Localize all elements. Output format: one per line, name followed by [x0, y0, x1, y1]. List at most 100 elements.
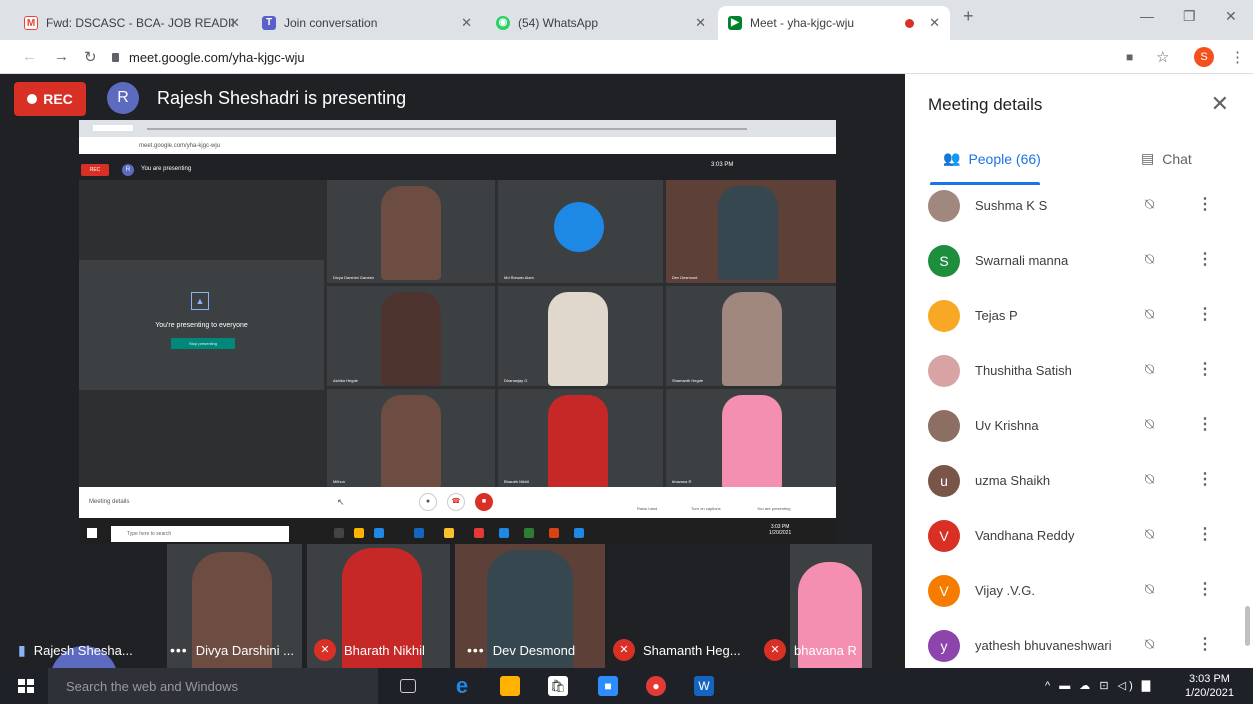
close-icon[interactable]: ✕	[929, 15, 940, 31]
more-options-icon[interactable]: ⋮	[1197, 469, 1213, 489]
new-tab-button[interactable]: +	[963, 6, 974, 27]
shared-tile: Dhananjay G	[498, 286, 663, 386]
list-item[interactable]: Thushitha Satish ⍉ ⋮	[905, 351, 1253, 406]
shared-tile: Mithun	[327, 389, 495, 487]
close-icon[interactable]: ✕	[695, 15, 706, 31]
zoom-icon[interactable]: ■	[598, 676, 618, 696]
clock-date: 1/20/2021	[1185, 687, 1234, 699]
tile-name: Dev Desmond	[672, 275, 698, 280]
participant-label: ••• Dev Desmond	[467, 639, 575, 661]
participant-avatar: V	[928, 575, 960, 607]
participant-avatar: y	[928, 630, 960, 662]
more-options-icon[interactable]: ⋮	[1197, 194, 1213, 214]
participant-video	[381, 292, 441, 386]
shared-tab	[93, 125, 133, 131]
more-icon: •••	[467, 642, 485, 658]
participant-video	[381, 186, 441, 280]
reload-icon[interactable]: ↻	[84, 48, 97, 66]
more-options-icon[interactable]: ⋮	[1197, 359, 1213, 379]
tab-gmail[interactable]: M Fwd: DSCASC - BCA- JOB READII ✕	[14, 6, 250, 40]
participant-name: Shamanth Heg...	[643, 642, 741, 658]
participant-name: Swarnali manna	[975, 253, 1069, 268]
tab-teams[interactable]: T Join conversation ✕	[252, 6, 482, 40]
participant-name: Sushma K S	[975, 198, 1048, 213]
tile-name: Mithun	[333, 479, 346, 484]
tab-meet[interactable]: ▶ Meet - yha-kjgc-wju ✕	[718, 6, 950, 40]
shared-controls: Meeting details ↖ ● ☎ ■ Raise hand Turn …	[79, 487, 836, 518]
scrollbar[interactable]	[1245, 606, 1250, 646]
more-icon: •••	[170, 642, 188, 658]
shared-tile: Ashika Hegde	[327, 286, 495, 386]
tab-people[interactable]: 👥 People (66)	[943, 150, 1041, 167]
more-options-icon[interactable]: ⋮	[1197, 414, 1213, 434]
shared-mic-icon: ●	[419, 493, 437, 511]
tab-label: Join conversation	[284, 16, 378, 30]
participant-label: ✕ Shamanth Heg...	[613, 639, 741, 661]
participant-label: ▮ Rajesh Shesha...	[18, 639, 133, 661]
participant-name: bhavana R	[794, 642, 857, 658]
gmail-icon: M	[24, 16, 38, 30]
taskbar-clock[interactable]: 3:03 PM 1/20/2021	[1185, 672, 1234, 700]
close-window-icon[interactable]: ✕	[1225, 8, 1237, 25]
participant-name: Rajesh Shesha...	[33, 642, 133, 658]
camera-icon[interactable]: ■	[1126, 50, 1133, 64]
participant-avatar: V	[928, 520, 960, 552]
list-item[interactable]: S Swarnali manna ⍉ ⋮	[905, 241, 1253, 296]
shared-tile: bhavana R	[666, 389, 836, 487]
tab-chat[interactable]: ▤ Chat	[1141, 150, 1192, 167]
participant-avatar	[928, 300, 960, 332]
more-options-icon[interactable]: ⋮	[1197, 249, 1213, 269]
more-options-icon[interactable]: ⋮	[1197, 579, 1213, 599]
minimize-icon[interactable]: —	[1140, 8, 1154, 24]
shared-tile: Divya Darshini Ganesh	[327, 180, 495, 283]
more-options-icon[interactable]: ⋮	[1197, 634, 1213, 654]
shared-tabs-strip	[147, 128, 747, 130]
participant-video	[548, 395, 608, 487]
more-options-icon[interactable]: ⋮	[1197, 304, 1213, 324]
list-item[interactable]: Uv Krishna ⍉ ⋮	[905, 406, 1253, 461]
participant-label: ✕ bhavana R	[764, 639, 857, 661]
task-view-icon[interactable]	[400, 679, 416, 693]
list-item[interactable]: u uzma Shaikh ⍉ ⋮	[905, 461, 1253, 516]
profile-avatar[interactable]: S	[1194, 47, 1214, 67]
tab-whatsapp[interactable]: ◉ (54) WhatsApp ✕	[486, 6, 716, 40]
close-panel-icon[interactable]: ✕	[1211, 91, 1229, 117]
meet-main: REC R Rajesh Sheshadri is presenting mee…	[0, 74, 905, 704]
record-icon	[27, 94, 38, 104]
restore-icon[interactable]: ❐	[1183, 8, 1196, 25]
shared-tile: Md Rizwan Alam	[498, 180, 663, 283]
url-text: meet.google.com/yha-kjgc-wju	[129, 49, 305, 65]
windows-start-icon[interactable]	[18, 679, 34, 693]
browser-tab-bar: M Fwd: DSCASC - BCA- JOB READII ✕ T Join…	[0, 0, 1253, 40]
url-field[interactable]: meet.google.com/yha-kjgc-wju	[112, 46, 305, 68]
back-icon[interactable]: ←	[22, 48, 37, 65]
teams-icon: T	[262, 16, 276, 30]
screen: M Fwd: DSCASC - BCA- JOB READII ✕ T Join…	[0, 0, 1253, 704]
chrome-icon[interactable]: ●	[646, 676, 666, 696]
close-icon[interactable]: ✕	[461, 15, 472, 31]
menu-icon[interactable]: ⋮	[1230, 48, 1245, 66]
people-icon: 👥	[943, 150, 961, 166]
taskbar-search[interactable]: Search the web and Windows	[48, 668, 378, 704]
participant-name: Bharath Nikhil	[344, 642, 425, 658]
word-icon[interactable]: W	[694, 676, 714, 696]
list-item[interactable]: Sushma K S ⍉ ⋮	[905, 186, 1253, 241]
list-item[interactable]: V Vandhana Reddy ⍉ ⋮	[905, 516, 1253, 571]
more-options-icon[interactable]: ⋮	[1197, 524, 1213, 544]
store-icon[interactable]: 🛍	[548, 676, 568, 696]
close-icon[interactable]: ✕	[229, 15, 240, 31]
participant-avatar	[928, 410, 960, 442]
shared-tile: Dev Desmond	[666, 180, 836, 283]
tile-name: Bharath Nikhil	[504, 479, 529, 484]
panel-title: Meeting details	[928, 95, 1043, 114]
powerpoint-icon	[549, 528, 559, 538]
edge-icon[interactable]: e	[452, 675, 472, 697]
list-item[interactable]: V Vijay .V.G. ⍉ ⋮	[905, 571, 1253, 626]
forward-icon[interactable]: →	[54, 48, 69, 65]
file-explorer-icon[interactable]	[500, 676, 520, 696]
list-item[interactable]: Tejas P ⍉ ⋮	[905, 296, 1253, 351]
mic-off-icon: ⍉	[1145, 636, 1155, 653]
tile-name: bhavana R	[672, 479, 692, 484]
star-icon[interactable]: ☆	[1156, 48, 1169, 66]
system-tray[interactable]: ^ ▬ ☁ ⊡ ◁) ▇	[1045, 679, 1153, 692]
